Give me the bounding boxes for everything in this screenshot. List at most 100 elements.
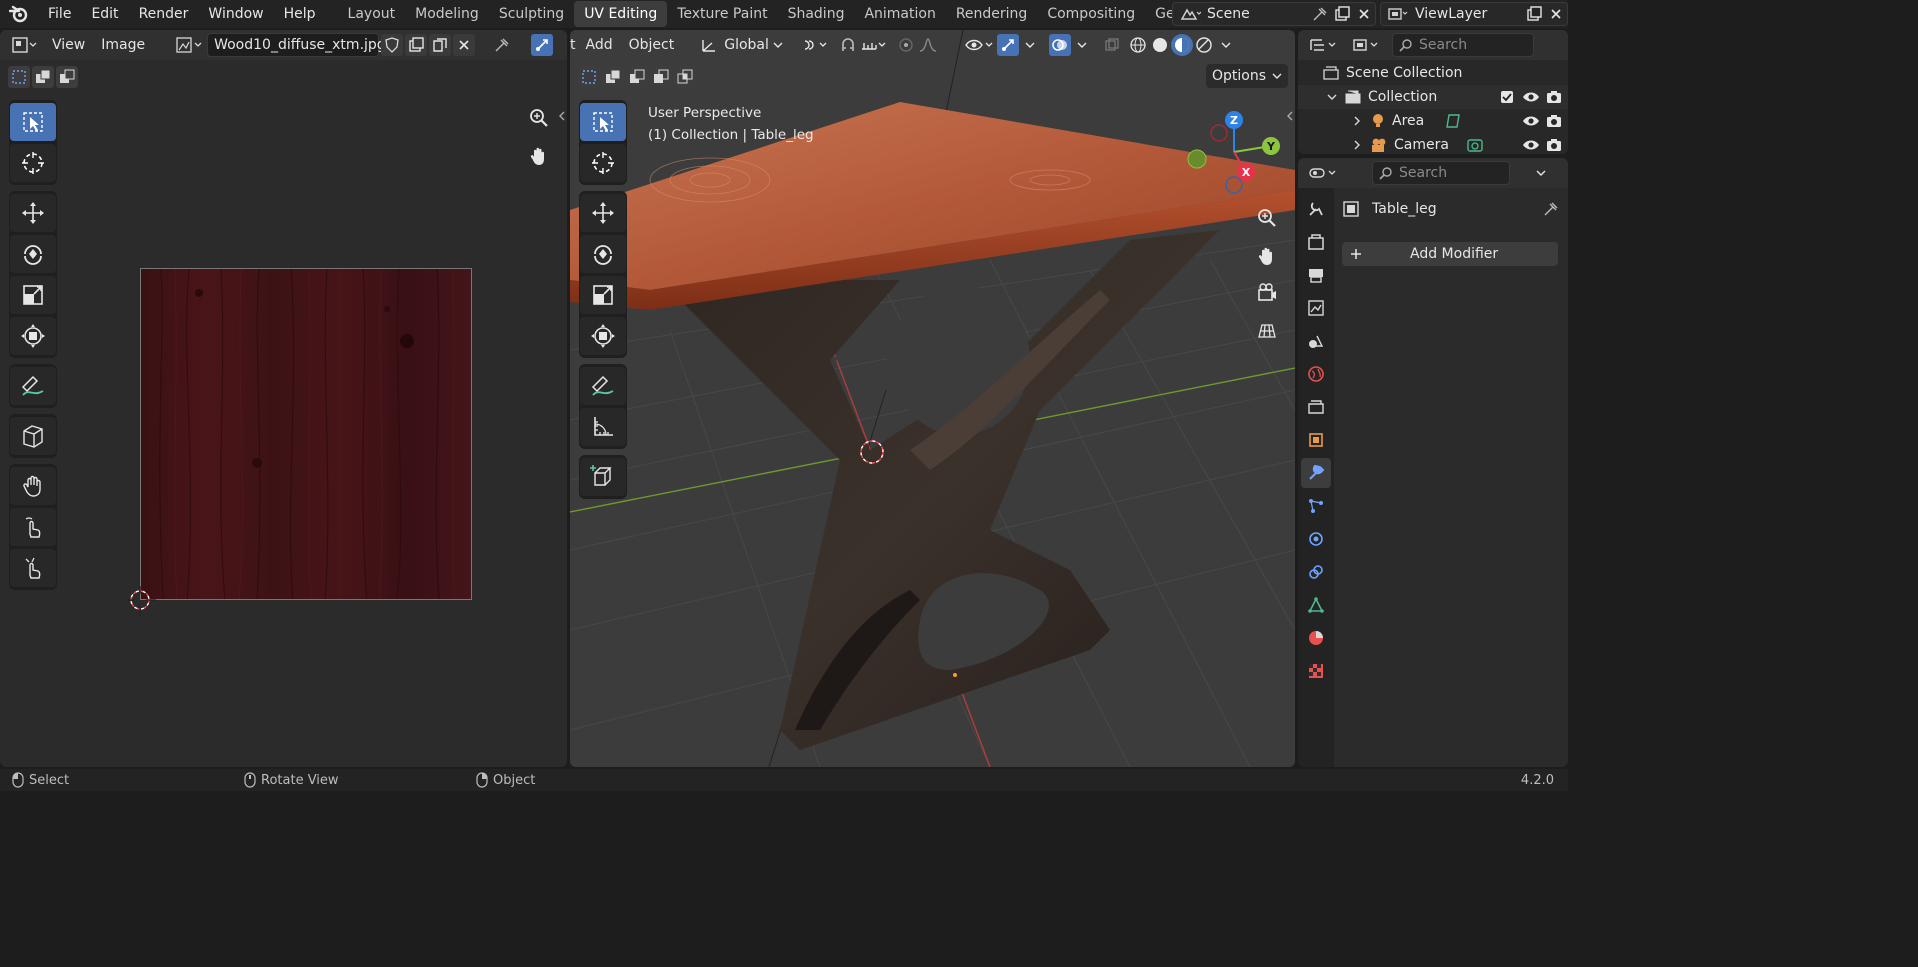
pin-icon[interactable]: [491, 34, 513, 56]
outliner-item-camera[interactable]: Camera: [1298, 133, 1568, 154]
perspective-ortho-icon[interactable]: [1252, 315, 1282, 345]
grab-tool[interactable]: [10, 467, 56, 505]
output-tab-icon[interactable]: [1301, 260, 1331, 290]
open-image-icon[interactable]: [429, 34, 452, 56]
chevron-down-icon[interactable]: [1530, 162, 1552, 184]
gizmo-y-axis[interactable]: Y: [1262, 137, 1280, 155]
fake-user-shield-icon[interactable]: [381, 34, 404, 56]
pan-hand-icon[interactable]: [1252, 241, 1282, 271]
show-gizmo-icon[interactable]: [996, 34, 1019, 56]
gizmo-x-axis[interactable]: X: [1237, 163, 1255, 181]
cursor-tool[interactable]: [580, 144, 626, 182]
measure-tool[interactable]: [580, 408, 626, 446]
delete-view-layer-icon[interactable]: [1545, 3, 1567, 25]
annotate-tool[interactable]: [580, 367, 626, 405]
new-image-icon[interactable]: [405, 34, 428, 56]
cursor-tool[interactable]: [10, 144, 56, 182]
tab-modeling[interactable]: Modeling: [405, 1, 489, 27]
relax-tool[interactable]: [10, 508, 56, 546]
menu-file[interactable]: File: [38, 0, 81, 28]
sidebar-toggle-icon[interactable]: [1286, 110, 1294, 126]
uv-menu-image[interactable]: Image: [93, 37, 153, 53]
tab-layout[interactable]: Layout: [338, 1, 406, 27]
rip-region-tool[interactable]: [10, 417, 56, 455]
select-box-tool[interactable]: [10, 103, 56, 141]
select-subtract-icon[interactable]: [56, 66, 78, 88]
outliner-item-area[interactable]: Area: [1298, 109, 1568, 133]
menu-help[interactable]: Help: [274, 0, 326, 28]
transform-tool[interactable]: [10, 317, 56, 355]
snap-magnet-icon[interactable]: [837, 34, 859, 56]
eye-icon[interactable]: [1522, 114, 1540, 128]
sidebar-toggle-icon[interactable]: [558, 110, 566, 126]
tab-animation[interactable]: Animation: [854, 1, 945, 27]
gizmo-z-axis[interactable]: Z: [1225, 111, 1243, 129]
pinch-tool[interactable]: [10, 549, 56, 587]
rotate-tool[interactable]: [10, 235, 56, 273]
tab-texture-paint[interactable]: Texture Paint: [667, 1, 777, 27]
scene-name[interactable]: Scene: [1207, 6, 1309, 22]
select-intersect-icon[interactable]: [674, 66, 696, 88]
constraints-tab-icon[interactable]: [1301, 557, 1331, 587]
editor-type-icon[interactable]: [4, 34, 44, 56]
scale-tool[interactable]: [580, 276, 626, 314]
view-layer-name[interactable]: ViewLayer: [1415, 6, 1523, 22]
scene-tab-icon[interactable]: [1301, 326, 1331, 356]
tab-sculpting[interactable]: Sculpting: [489, 1, 574, 27]
light-data-icon[interactable]: [1444, 113, 1522, 129]
zoom-icon[interactable]: [524, 103, 554, 133]
shading-dropdown-icon[interactable]: [1215, 34, 1237, 56]
navigation-gizmo[interactable]: Z Y X: [1185, 110, 1295, 220]
options-dropdown[interactable]: Options: [1206, 64, 1289, 88]
tool-tab-icon[interactable]: [1301, 194, 1331, 224]
collection-row[interactable]: Collection: [1298, 85, 1568, 109]
modifier-tab-icon[interactable]: [1301, 458, 1331, 488]
shading-wireframe-icon[interactable]: [1127, 34, 1149, 56]
chevron-right-icon[interactable]: [1352, 115, 1362, 127]
collection-tab-icon[interactable]: [1301, 392, 1331, 422]
transform-orientation-dropdown[interactable]: Global: [694, 33, 789, 57]
view-layer-selector[interactable]: ViewLayer: [1380, 2, 1568, 26]
camera-render-icon[interactable]: [1546, 114, 1562, 128]
viewport-menu-add[interactable]: Add: [578, 37, 621, 53]
2d-cursor-icon[interactable]: [126, 586, 156, 620]
texture-tab-icon[interactable]: [1301, 656, 1331, 686]
add-modifier-button[interactable]: Add Modifier: [1342, 242, 1558, 266]
camera-data-icon[interactable]: [1466, 137, 1522, 153]
camera-render-icon[interactable]: [1546, 90, 1562, 104]
eye-icon[interactable]: [1522, 90, 1540, 104]
pin-icon[interactable]: [1544, 202, 1558, 216]
show-overlays-icon[interactable]: [1048, 34, 1071, 56]
menu-window[interactable]: Window: [198, 0, 273, 28]
tab-uv-editing[interactable]: UV Editing: [574, 1, 668, 27]
add-cube-tool[interactable]: [580, 458, 626, 496]
pivot-point-icon[interactable]: [797, 34, 831, 56]
pan-hand-icon[interactable]: [524, 141, 554, 171]
select-new-icon[interactable]: [8, 66, 30, 88]
move-tool[interactable]: [580, 194, 626, 232]
select-invert-icon[interactable]: [650, 66, 672, 88]
world-tab-icon[interactable]: [1301, 359, 1331, 389]
annotate-tool[interactable]: [10, 367, 56, 405]
uv-sync-selection-icon[interactable]: [531, 34, 554, 56]
rotate-tool[interactable]: [580, 235, 626, 273]
scene-selector[interactable]: Scene: [1172, 2, 1376, 26]
data-tab-icon[interactable]: [1301, 590, 1331, 620]
select-subtract-icon[interactable]: [626, 66, 648, 88]
outliner-editor-type-icon[interactable]: [1304, 34, 1342, 56]
chevron-right-icon[interactable]: [1352, 139, 1362, 151]
image-browse-icon[interactable]: [171, 34, 207, 56]
viewport-menu-object[interactable]: Object: [621, 37, 683, 53]
unlink-image-icon[interactable]: [453, 34, 476, 56]
camera-view-icon[interactable]: [1252, 278, 1282, 308]
particles-tab-icon[interactable]: [1301, 491, 1331, 521]
shading-material-preview-icon[interactable]: [1170, 34, 1193, 56]
falloff-curve-icon[interactable]: [917, 34, 939, 56]
eye-icon[interactable]: [1522, 138, 1540, 152]
tab-compositing[interactable]: Compositing: [1037, 1, 1145, 27]
pin-icon[interactable]: [1309, 3, 1331, 25]
material-tab-icon[interactable]: [1301, 623, 1331, 653]
render-tab-icon[interactable]: [1301, 227, 1331, 257]
select-new-icon[interactable]: [578, 66, 600, 88]
object-name[interactable]: Table_leg: [1372, 201, 1544, 217]
